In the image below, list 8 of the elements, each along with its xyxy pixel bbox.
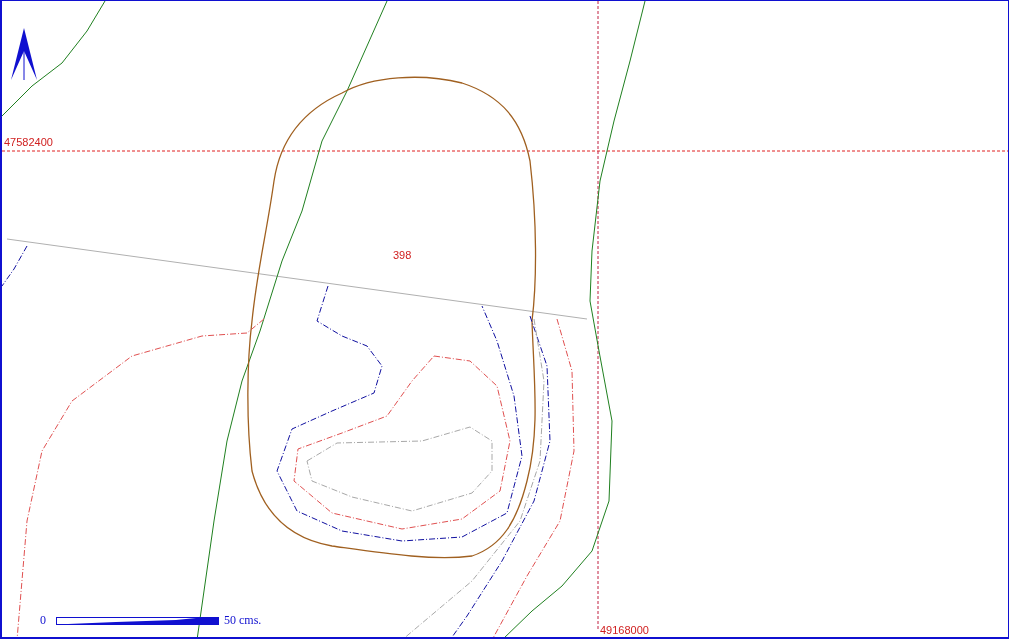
north-arrow-icon (11, 28, 37, 81)
scale-label: 50 cms. (224, 613, 262, 628)
contour-line (2, 245, 28, 287)
map-canvas[interactable]: 47582400 49168000 398 0 50 cms. (0, 0, 1009, 639)
scale-label: 0 (40, 613, 46, 628)
grid-coordinate-label: 47582400 (4, 136, 53, 148)
feature-label: 398 (393, 249, 412, 261)
grid-coordinate-label: 49168000 (600, 624, 649, 636)
